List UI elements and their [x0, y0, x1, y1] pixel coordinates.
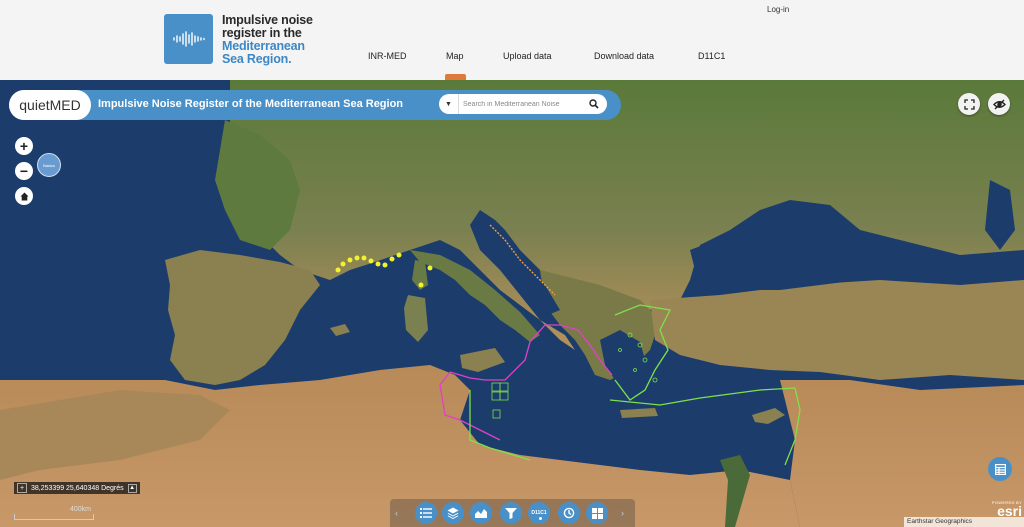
bottom-toolbar: ‹ D11C1 ›	[390, 499, 635, 527]
crosshair-icon[interactable]: +	[17, 483, 27, 493]
history-icon[interactable]	[558, 502, 580, 524]
nav-item-upload-data[interactable]: Upload data	[503, 51, 552, 61]
table-icon[interactable]	[988, 457, 1012, 481]
d11c1-icon[interactable]: D11C1	[528, 502, 550, 524]
logo-line-4: Sea Region.	[222, 52, 292, 66]
logo-icon[interactable]	[164, 14, 213, 64]
search-input[interactable]	[463, 97, 573, 111]
hide-eye-icon[interactable]	[988, 93, 1010, 115]
map-title-bar: quietMED Impulsive Noise Register of the…	[9, 90, 621, 120]
chevron-left-icon[interactable]: ‹	[395, 508, 398, 518]
coordinates-readout: + 38,253399 25,640348 Degrés ▲	[14, 482, 140, 494]
chevron-right-icon[interactable]: ›	[621, 508, 624, 518]
nav-item-map[interactable]: Map	[446, 51, 464, 61]
site-logo-text[interactable]: Impulsive noise register in the Mediterr…	[222, 14, 352, 66]
map-attribution[interactable]: Earthstar Geographics	[904, 517, 1024, 527]
scale-label: 400km	[70, 506, 92, 513]
fullscreen-icon[interactable]	[958, 93, 980, 115]
nav-item-inr-med[interactable]: INR-MED	[368, 51, 407, 61]
search-widget: ▼	[439, 94, 607, 114]
nav-item-d11c1[interactable]: D11C1	[698, 51, 725, 61]
login-link[interactable]: Log-in	[767, 5, 789, 14]
chart-icon[interactable]	[470, 502, 492, 524]
list-icon[interactable]	[415, 502, 437, 524]
coordinates-text: 38,253399 25,640348 Degrés	[31, 484, 124, 492]
zoom-in-button[interactable]: +	[15, 137, 33, 155]
map-view[interactable]: quietMED Impulsive Noise Register of the…	[0, 80, 1024, 527]
zoom-out-button[interactable]: −	[15, 162, 33, 180]
basemap-toggle[interactable]: Basics	[37, 153, 61, 177]
nav-item-download-data[interactable]: Download data	[594, 51, 654, 61]
home-icon[interactable]	[15, 187, 33, 205]
toolbar-active-indicator	[539, 517, 542, 520]
scale-bar	[14, 514, 94, 520]
satellite-basemap	[0, 80, 1024, 527]
esri-logo: POWERED BY esri	[982, 500, 1022, 518]
esri-label: esri	[997, 503, 1022, 519]
quietmed-logo[interactable]: quietMED	[9, 90, 91, 120]
filter-icon[interactable]	[500, 502, 522, 524]
chevron-up-icon[interactable]: ▲	[127, 483, 137, 493]
site-header: Impulsive noise register in the Mediterr…	[0, 0, 1024, 80]
search-icon[interactable]	[585, 96, 603, 112]
map-title: Impulsive Noise Register of the Mediterr…	[98, 98, 404, 110]
search-source-dropdown[interactable]: ▼	[439, 94, 459, 114]
layers-icon[interactable]	[442, 502, 464, 524]
grid-icon[interactable]	[586, 502, 608, 524]
